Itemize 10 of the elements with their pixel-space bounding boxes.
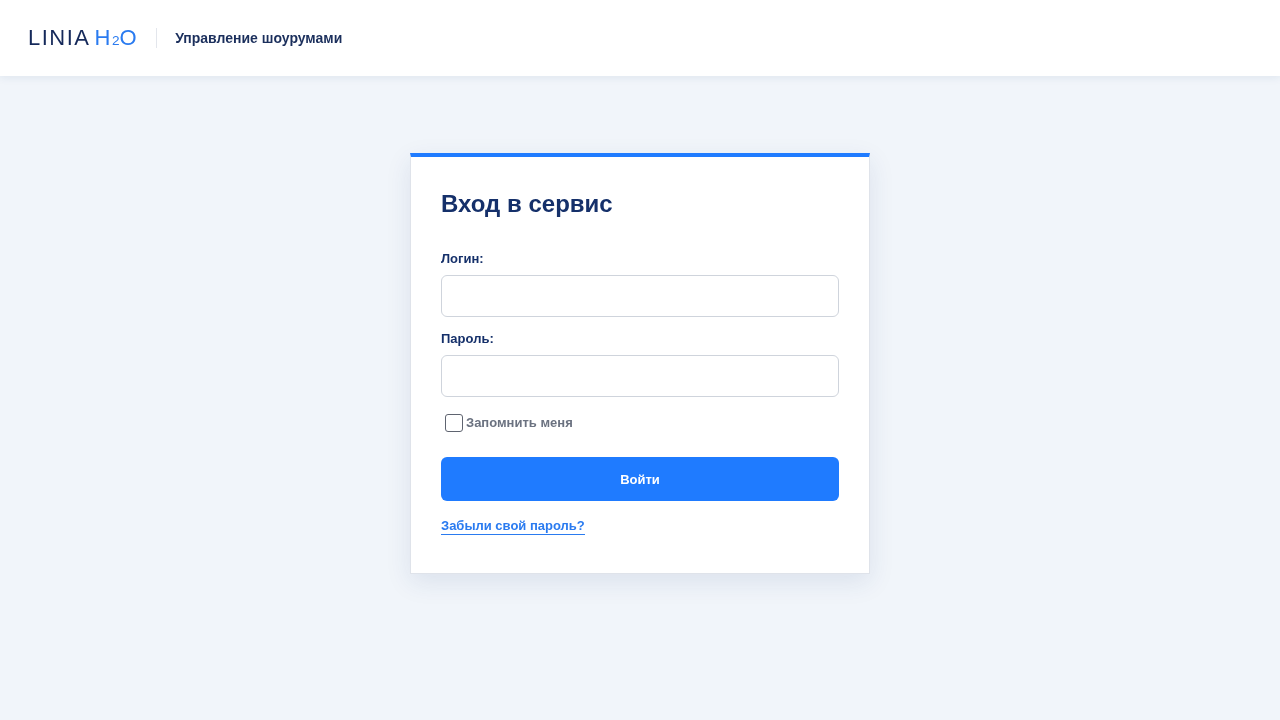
input-field[interactable] bbox=[441, 275, 839, 317]
forgot-password-link[interactable]: Забыли свой пароль? bbox=[441, 518, 585, 535]
field-label: Пароль: bbox=[441, 331, 495, 347]
app-title: Управление шоурумами bbox=[175, 30, 343, 46]
checkbox[interactable] bbox=[445, 414, 463, 432]
checkbox-label: Запомнить меня bbox=[466, 415, 573, 431]
field-label: Логин: bbox=[441, 251, 485, 267]
input-field[interactable] bbox=[441, 355, 839, 397]
submit-button[interactable]: Войти bbox=[441, 457, 839, 501]
form-title: Вход в сервис bbox=[441, 189, 614, 219]
